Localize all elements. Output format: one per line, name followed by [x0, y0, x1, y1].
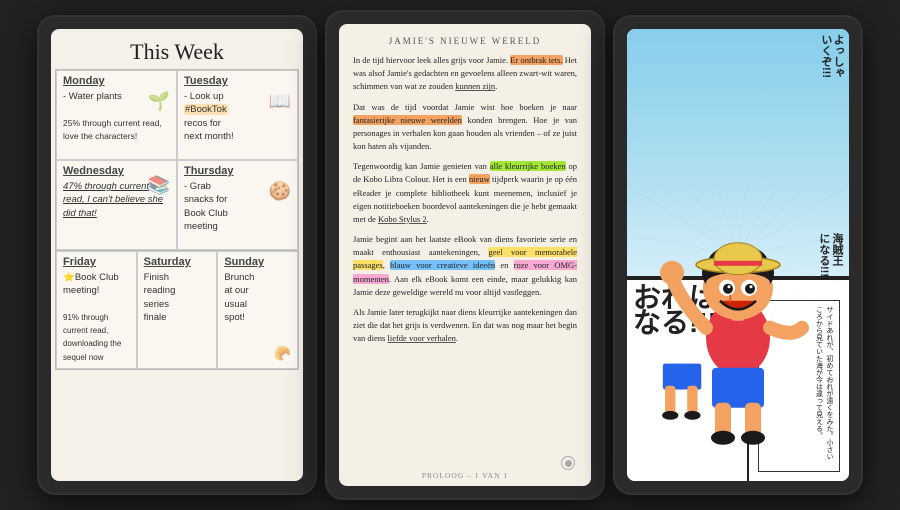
- wednesday-icon: 📚: [148, 175, 170, 196]
- thursday-cell: Thursday - Grab snacks for Book Club mee…: [177, 160, 298, 250]
- para-5: Als Jamie later terugkijkt naar diens kl…: [353, 306, 577, 346]
- saturday-cell: Saturday Finishreadingseriesfinale: [137, 251, 218, 369]
- devices-container: This Week Monday - Water plants 25% thro…: [0, 0, 900, 510]
- monday-cell: Monday - Water plants 25% through curren…: [56, 70, 177, 160]
- left-screen: This Week Monday - Water plants 25% thro…: [51, 29, 303, 481]
- tuesday-icon: 📖: [269, 91, 291, 112]
- para-2: Dat was de tijd voordat Jamie wist hoe b…: [353, 101, 577, 154]
- ebook-title: JAMIE'S NIEUWE WERELD: [353, 36, 577, 46]
- thursday-icon: 🍪: [269, 181, 291, 202]
- notebook: This Week Monday - Water plants 25% thro…: [51, 29, 303, 481]
- para-1: In de tijd hiervoor leek alles grijs voo…: [353, 54, 577, 94]
- calendar-grid: Monday - Water plants 25% through curren…: [55, 69, 299, 251]
- manga-screen: よっしゃいくぞ!!! 海賊王になる!!! おれはなる!!!: [627, 29, 849, 481]
- manga-title-right: 海賊王になる!!!: [817, 233, 843, 277]
- device-center: JAMIE'S NIEUWE WERELD In de tijd hiervoo…: [325, 10, 605, 500]
- notebook-title: This Week: [55, 39, 299, 65]
- wednesday-cell: Wednesday 47% through current read, I ca…: [56, 160, 177, 250]
- right-screen: よっしゃいくぞ!!! 海賊王になる!!! おれはなる!!!: [627, 29, 849, 481]
- para-3: Tegenwoordig kan Jamie genieten van alle…: [353, 160, 577, 226]
- manga-sfx-top: よっしゃいくぞ!!!: [820, 34, 844, 78]
- progress-indicator: [561, 456, 575, 470]
- sunday-content: Brunchat ourusualspot!: [224, 271, 291, 324]
- monday-label: Monday: [63, 75, 170, 87]
- device-left: This Week Monday - Water plants 25% thro…: [37, 15, 317, 495]
- center-screen: JAMIE'S NIEUWE WERELD In de tijd hiervoo…: [339, 24, 591, 486]
- saturday-content: Finishreadingseriesfinale: [144, 271, 211, 324]
- saturday-label: Saturday: [144, 256, 211, 268]
- friday-content: ⭐Book Club meeting! 91% through current …: [63, 271, 130, 364]
- tuesday-cell: Tuesday - Look up #BookTok recos for nex…: [177, 70, 298, 160]
- device-right: よっしゃいくぞ!!! 海賊王になる!!! おれはなる!!!: [613, 15, 863, 495]
- manga-sky-panel: よっしゃいくぞ!!! 海賊王になる!!!: [627, 29, 849, 278]
- sunday-cell: Sunday Brunchat ourusualspot! 🥐: [217, 251, 298, 369]
- sunday-icon: 🥐: [274, 345, 291, 362]
- bottom-row: Friday ⭐Book Club meeting! 91% through c…: [55, 251, 299, 370]
- friday-label: Friday: [63, 256, 130, 268]
- friday-cell: Friday ⭐Book Club meeting! 91% through c…: [56, 251, 137, 369]
- monday-icon: 🌱: [148, 91, 170, 112]
- sunday-label: Sunday: [224, 256, 291, 268]
- ebook-footer: PROLOOG – 1 VAN 1: [339, 471, 591, 480]
- para-4: Jamie begint aan het laatste eBook van d…: [353, 233, 577, 299]
- ebook-text: In de tijd hiervoor leek alles grijs voo…: [353, 54, 577, 345]
- progress-inner: [565, 460, 572, 467]
- tuesday-label: Tuesday: [184, 75, 291, 87]
- thursday-label: Thursday: [184, 165, 291, 177]
